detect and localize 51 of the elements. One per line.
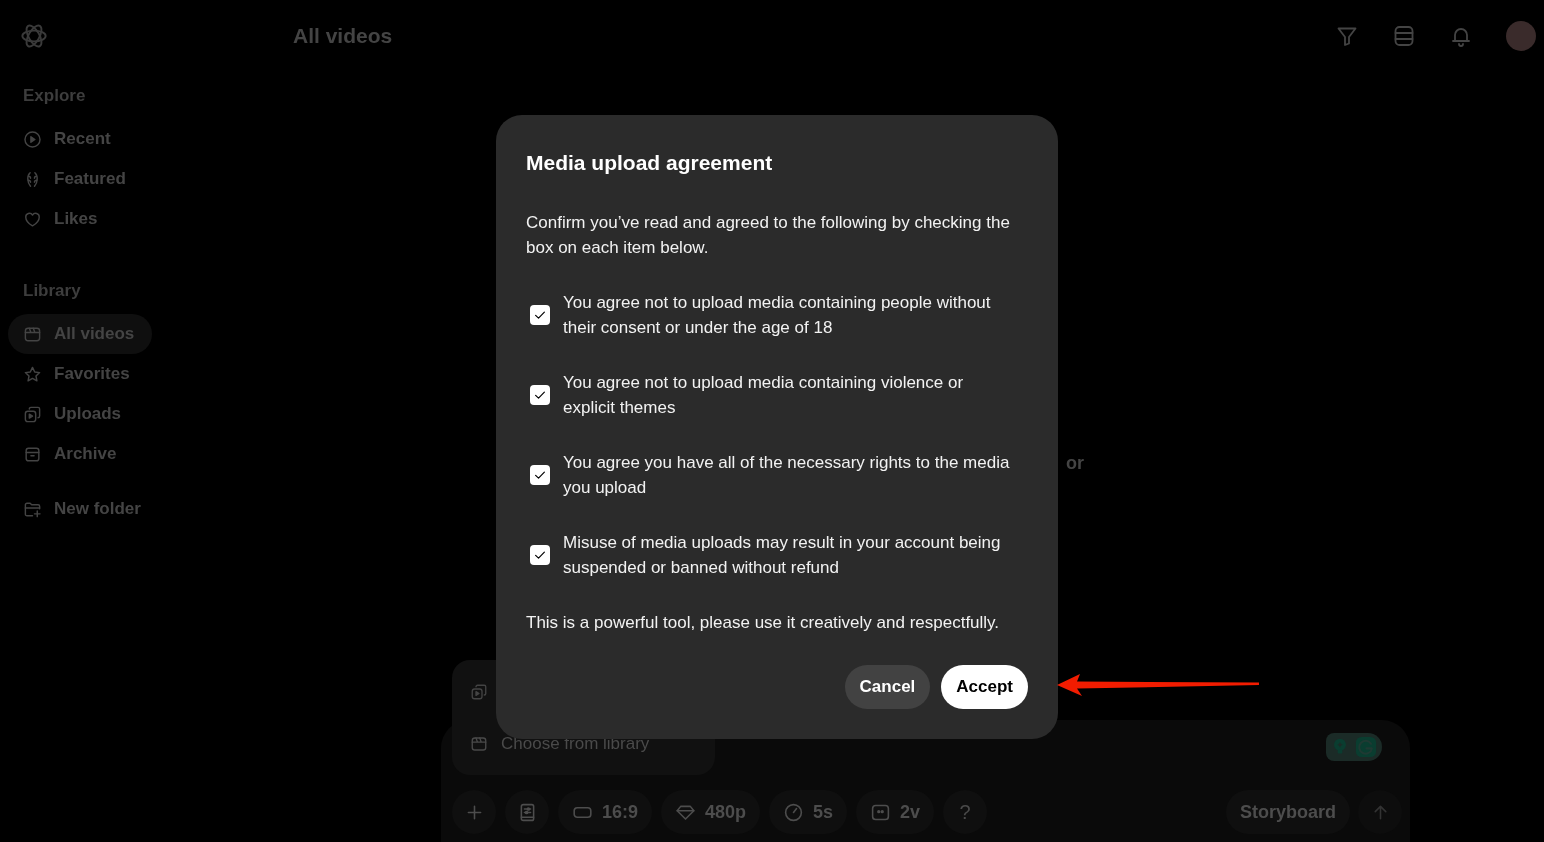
check-icon xyxy=(533,308,547,322)
section-heading: Explore xyxy=(22,85,87,107)
help-button[interactable]: ? xyxy=(943,790,988,834)
duration-button[interactable]: 5s xyxy=(769,790,848,834)
star-icon xyxy=(23,364,42,384)
new-folder-button[interactable]: New folder xyxy=(8,489,152,529)
agreement-text: You agree not to upload media containing violence or explicit themes xyxy=(563,372,965,419)
add-button[interactable] xyxy=(452,790,496,834)
dialog-title: Media upload agreement xyxy=(526,150,774,176)
sidebar-item[interactable]: Favorites xyxy=(8,354,152,394)
g-letter-icon xyxy=(1355,736,1377,758)
accept-button[interactable]: Accept xyxy=(941,665,1028,709)
sidebar-item[interactable]: Recent xyxy=(8,119,152,159)
folder-plus-icon xyxy=(23,499,42,519)
avatar[interactable] xyxy=(1506,21,1536,51)
dialog-note: This is a powerful tool, please use it creatively and respectfully. xyxy=(526,612,1001,634)
book-button[interactable] xyxy=(505,790,549,834)
storyboard-button[interactable]: Storyboard xyxy=(1226,790,1350,834)
agreement-text: You agree you have all of the necessary rights to the media you upload xyxy=(563,452,1011,499)
clock-icon xyxy=(783,801,805,823)
sidebar-item[interactable]: Archive xyxy=(8,434,152,474)
variations-button[interactable]: 2v xyxy=(856,790,935,834)
clapperboard-icon xyxy=(23,324,42,344)
check-icon xyxy=(533,548,547,562)
clapperboard-icon xyxy=(470,735,488,753)
sidebar-item[interactable]: Uploads xyxy=(8,394,152,434)
archive-icon xyxy=(23,444,42,464)
stacked-rows-icon[interactable] xyxy=(1392,24,1416,48)
cancel-button[interactable]: Cancel xyxy=(844,665,931,709)
stacked-squares-icon[interactable] xyxy=(470,683,488,701)
menu-item[interactable]: Choose from library xyxy=(452,724,715,764)
checkbox[interactable] xyxy=(530,385,550,405)
check-icon xyxy=(533,468,547,482)
checkbox[interactable] xyxy=(530,305,550,325)
sidebar-item[interactable]: Likes xyxy=(8,199,152,239)
page-title: All videos xyxy=(293,23,393,49)
resolution-button[interactable]: 480p xyxy=(661,790,761,834)
checkbox[interactable] xyxy=(530,465,550,485)
extension-badge[interactable] xyxy=(1326,733,1382,761)
dialog-description: Confirm you’ve read and agreed to the following by checking the box on each item below. xyxy=(526,212,1011,259)
section-heading: Library xyxy=(22,280,82,302)
check-icon xyxy=(533,388,547,402)
logo-icon[interactable] xyxy=(20,22,48,50)
agreement-text: Misuse of media uploads may result in your account being suspended or banned without refund xyxy=(563,532,1002,579)
empty-state-text: or xyxy=(1066,452,1084,474)
aspect-ratio-button[interactable]: 16:9 xyxy=(558,790,653,834)
stacked-squares-icon xyxy=(23,404,42,424)
agreement-text: You agree not to upload media containing people without their consent or under the age of 18 xyxy=(563,292,992,339)
checkbox[interactable] xyxy=(530,545,550,565)
sidebar-item[interactable]: Featured xyxy=(8,159,152,199)
play-circle-icon xyxy=(23,129,42,149)
